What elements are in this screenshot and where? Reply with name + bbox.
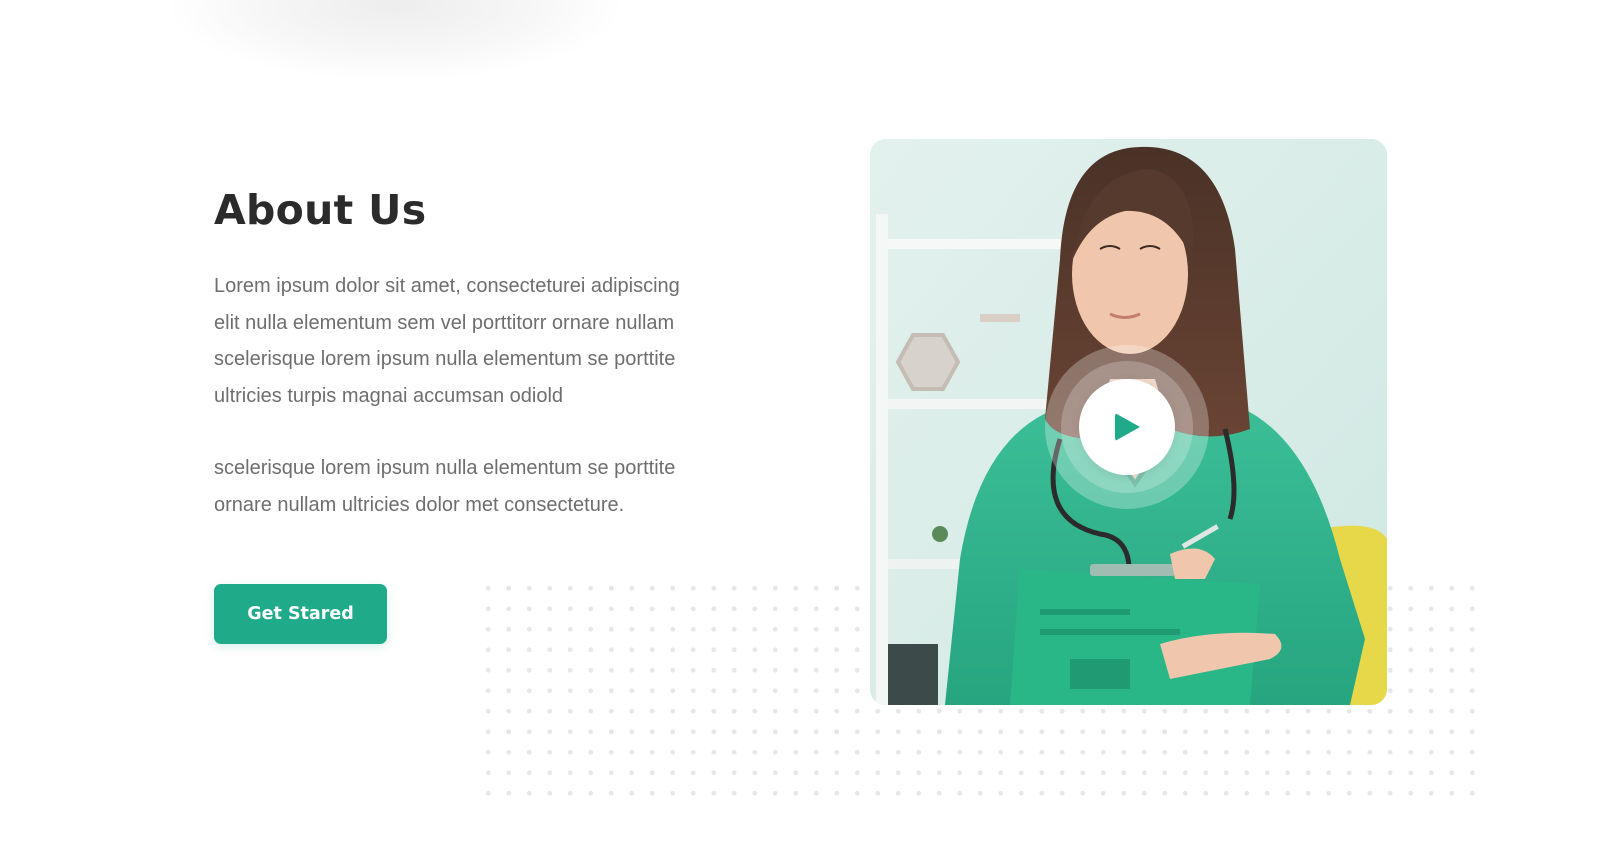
play-icon <box>1115 413 1140 441</box>
section-title: About Us <box>214 186 427 234</box>
play-video-button[interactable] <box>1045 345 1209 509</box>
decorative-shadow <box>170 0 620 80</box>
get-started-button[interactable]: Get Stared <box>214 584 387 644</box>
play-button-circle[interactable] <box>1079 379 1175 475</box>
about-paragraph-2: scelerisque lorem ipsum nulla elementum … <box>214 457 676 516</box>
about-paragraph-1: Lorem ipsum dolor sit amet, consecteture… <box>214 275 680 407</box>
